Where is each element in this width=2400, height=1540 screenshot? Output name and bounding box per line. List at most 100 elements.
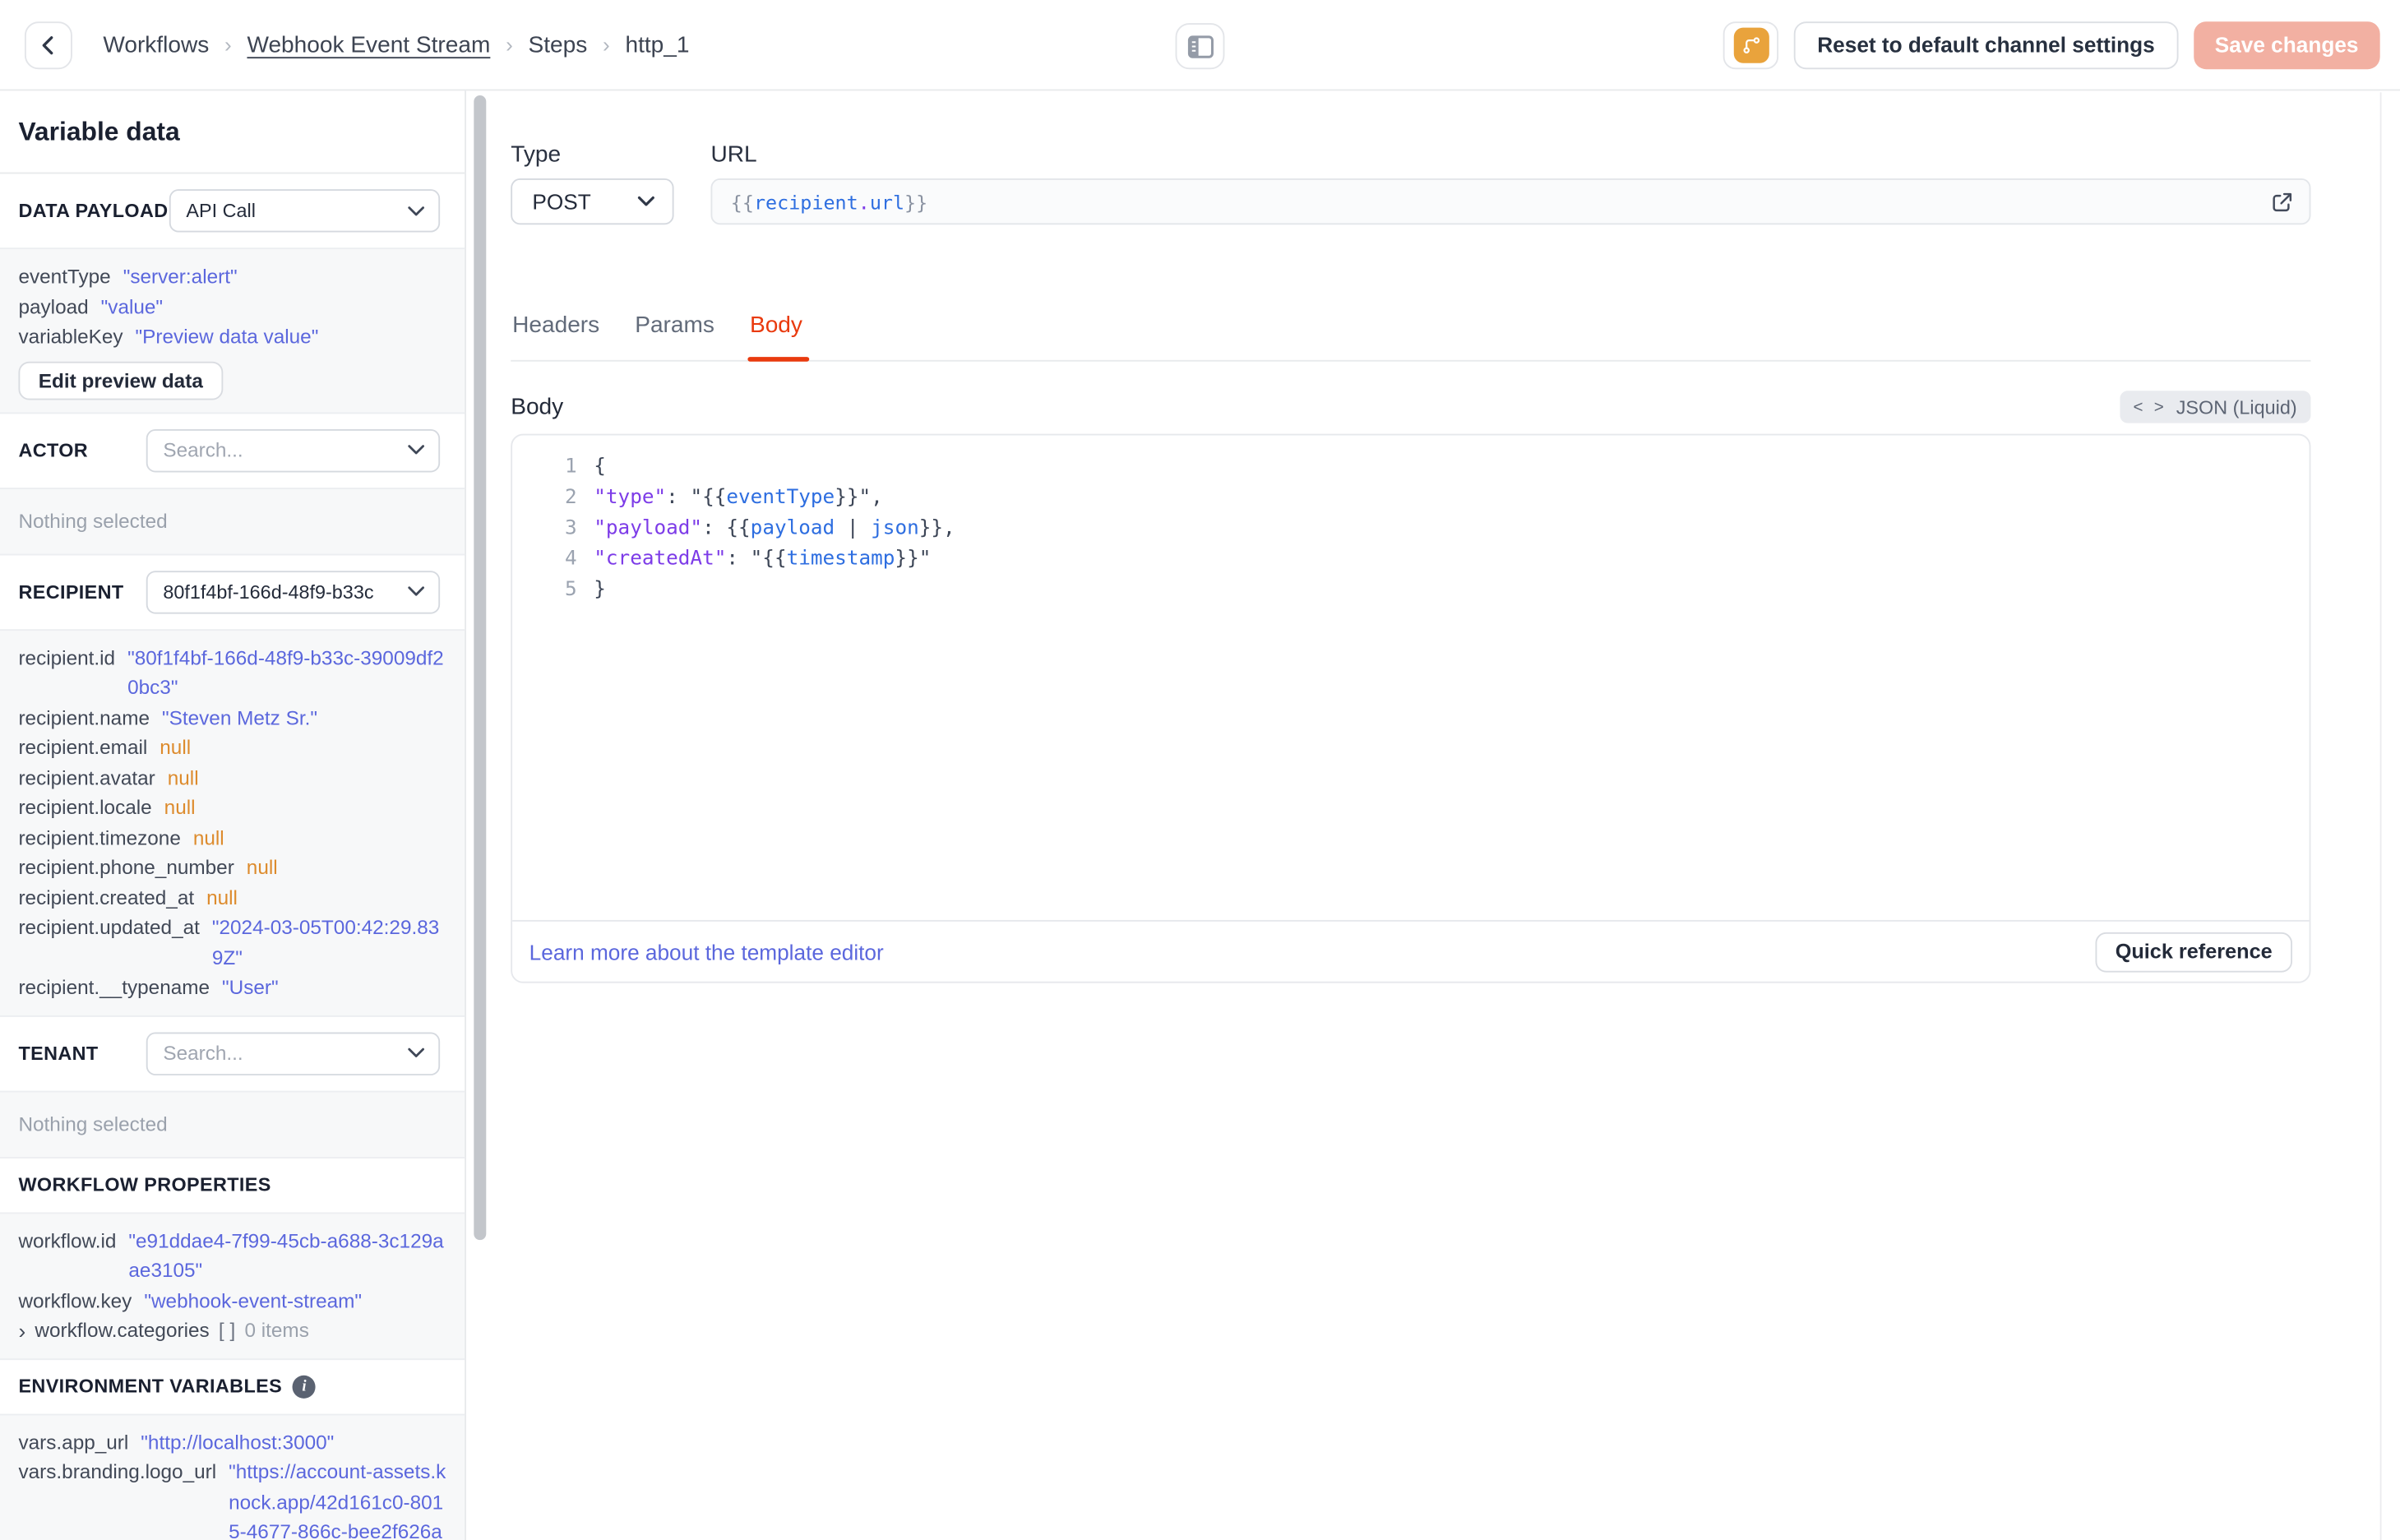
format-badge[interactable]: < > JSON (Liquid) xyxy=(2119,391,2311,423)
url-input[interactable]: {{recipient. url}} xyxy=(710,178,2311,225)
variable-key: recipient.timezone xyxy=(18,825,181,849)
toggle-sidebar-button[interactable] xyxy=(1175,23,1225,70)
code-line: 4 "createdAt": "{{timestamp}}" xyxy=(512,544,2310,575)
commit-changes-button[interactable] xyxy=(1723,21,1779,69)
edit-preview-data-button[interactable]: Edit preview data xyxy=(18,360,224,400)
data-payload-label: DATA PAYLOAD xyxy=(18,200,169,222)
variable-value: "2024-03-05T00:42:29.839Z" xyxy=(211,915,440,969)
variable-row: recipient.name "Steven Metz Sr." xyxy=(18,702,446,732)
variable-row: recipient.id "80f1f4bf-166d-48f9-b33c-390… xyxy=(18,642,446,702)
data-payload-row: DATA PAYLOAD API Call xyxy=(0,173,465,247)
line-number: 4 xyxy=(565,548,577,571)
variable-row: workflow.id "e91ddae4-7f99-45cb-a688-3c12… xyxy=(18,1225,446,1285)
info-icon[interactable]: i xyxy=(293,1374,317,1398)
http-method-select[interactable]: POST xyxy=(511,178,674,225)
breadcrumb-item[interactable]: Webhook Event Stream xyxy=(247,31,490,58)
back-button[interactable] xyxy=(24,21,72,69)
variable-row: recipient.locale null xyxy=(18,793,446,822)
variable-key: recipient.phone_number xyxy=(18,855,234,879)
variable-value: "value" xyxy=(100,294,164,318)
tenant-row: TENANT Search... xyxy=(0,1016,465,1090)
environment-variables-heading: ENVIRONMENT VARIABLES i xyxy=(0,1359,465,1413)
request-tabs: Headers Params Body xyxy=(511,309,2311,362)
recipient-fields: recipient.id "80f1f4bf-166d-48f9-b33c-390… xyxy=(18,642,446,1002)
external-link-icon[interactable] xyxy=(2271,191,2294,219)
variable-key: eventType xyxy=(18,264,111,288)
code-text: { xyxy=(594,455,606,479)
variable-value: "server:alert" xyxy=(123,264,238,288)
template-editor-card: 1{2 "type": "{{eventType}}", 3 "payload": {… xyxy=(511,433,2311,983)
editor-footer: Learn more about the template editor Qui… xyxy=(512,919,2310,982)
actor-search-select[interactable]: Search... xyxy=(146,428,441,472)
variable-key: recipient.created_at xyxy=(18,885,195,909)
tenant-search-select[interactable]: Search... xyxy=(146,1031,441,1075)
environment-variable-fields: vars.app_url "http://localhost:3000" vars.… xyxy=(18,1427,446,1540)
code-text: } xyxy=(594,578,606,602)
tenant-label: TENANT xyxy=(18,1042,99,1064)
breadcrumb-item[interactable]: Workflows xyxy=(103,31,209,58)
variable-key: recipient.locale xyxy=(18,795,152,819)
variable-row: recipient.email null xyxy=(18,733,446,762)
variable-value: "80f1f4bf-166d-48f9-b33c-39009df20bc3" xyxy=(127,645,444,699)
code-text: "type": "{{eventType}}", xyxy=(594,486,883,510)
url-field-group: URL {{recipient. url}} xyxy=(710,143,2311,225)
save-changes-button[interactable]: Save changes xyxy=(2193,21,2380,69)
variable-row: recipient.avatar null xyxy=(18,762,446,792)
recipient-select[interactable]: 80f1f4bf-166d-48f9-b33c xyxy=(146,570,441,613)
sidebar-title: Variable data xyxy=(0,90,465,174)
tenant-search-placeholder: Search... xyxy=(163,1041,243,1065)
variable-key: recipient.avatar xyxy=(18,765,155,788)
workflow-categories-key: workflow.categories xyxy=(35,1318,210,1342)
type-label: Type xyxy=(511,141,562,168)
variable-row: eventType "server:alert" xyxy=(18,261,446,291)
variable-row: recipient.timezone null xyxy=(18,822,446,852)
variable-row: recipient.created_at null xyxy=(18,882,446,912)
variable-key: recipient.id xyxy=(18,645,116,669)
workflow-categories-row[interactable]: › workflow.categories [ ] 0 items xyxy=(18,1316,446,1345)
chevron-down-icon xyxy=(408,445,424,455)
data-payload-select[interactable]: API Call xyxy=(169,189,441,233)
variable-key: payload xyxy=(18,294,89,318)
chevron-down-icon xyxy=(408,206,424,215)
code-editor[interactable]: 1{2 "type": "{{eventType}}", 3 "payload": {… xyxy=(512,436,2310,920)
tab-body[interactable]: Body xyxy=(748,309,809,362)
workflow-categories-count: 0 items xyxy=(244,1318,309,1342)
data-payload-preview-block: eventType "server:alert" payload "value" var… xyxy=(0,247,465,414)
quick-reference-button[interactable]: Quick reference xyxy=(2095,931,2293,972)
sidebar-scrollbar[interactable] xyxy=(474,95,487,1241)
breadcrumb-item[interactable]: http_1 xyxy=(625,31,689,58)
variable-key: recipient.name xyxy=(18,705,150,728)
recipient-row: RECIPIENT 80f1f4bf-166d-48f9-b33c xyxy=(0,555,465,629)
variable-key: workflow.key xyxy=(18,1288,132,1312)
breadcrumb-item[interactable]: Steps xyxy=(529,31,588,58)
breadcrumb-separator: › xyxy=(603,32,610,58)
tab-headers[interactable]: Headers xyxy=(511,309,601,360)
top-bar: Workflows › Webhook Event Stream › Steps › htt… xyxy=(0,0,2400,91)
environment-variables-block: vars.app_url "http://localhost:3000" vars.… xyxy=(0,1413,465,1540)
code-line: 2 "type": "{{eventType}}", xyxy=(512,483,2310,514)
variable-value: "https://account-assets.knock.app/42d161… xyxy=(229,1459,446,1540)
reset-default-channel-settings-button[interactable]: Reset to default channel settings xyxy=(1794,21,2178,69)
variable-key: variableKey xyxy=(18,324,123,348)
variable-key: recipient.updated_at xyxy=(18,915,200,939)
variable-value: null xyxy=(164,795,196,819)
tab-params[interactable]: Params xyxy=(633,309,715,360)
chevron-down-icon xyxy=(637,196,654,206)
body-section-label: Body xyxy=(511,394,564,420)
http-method-value: POST xyxy=(532,189,591,215)
variable-row: recipient.updated_at "2024-03-05T00:42:29… xyxy=(18,913,446,973)
workflow-categories-bracket: [ ] xyxy=(218,1318,236,1342)
variable-row: recipient.__typename "User" xyxy=(18,973,446,1002)
variable-row: vars.app_url "http://localhost:3000" xyxy=(18,1427,446,1456)
variable-value: null xyxy=(192,825,224,849)
variable-value: "http://localhost:3000" xyxy=(141,1430,335,1454)
request-config-row: Type POST URL {{recipient. url}} xyxy=(511,141,2311,225)
workflow-properties-title: WORKFLOW PROPERTIES xyxy=(18,1173,271,1195)
expand-chevron-icon[interactable]: › xyxy=(18,1320,25,1341)
line-number: 1 xyxy=(565,455,577,479)
recipient-label: RECIPIENT xyxy=(18,580,124,603)
code-text: "payload": {{payload | json}}, xyxy=(594,516,955,540)
variable-key: workflow.id xyxy=(18,1228,117,1252)
learn-more-link[interactable]: Learn more about the template editor xyxy=(529,939,884,964)
tenant-empty-state: Nothing selected xyxy=(0,1089,465,1158)
